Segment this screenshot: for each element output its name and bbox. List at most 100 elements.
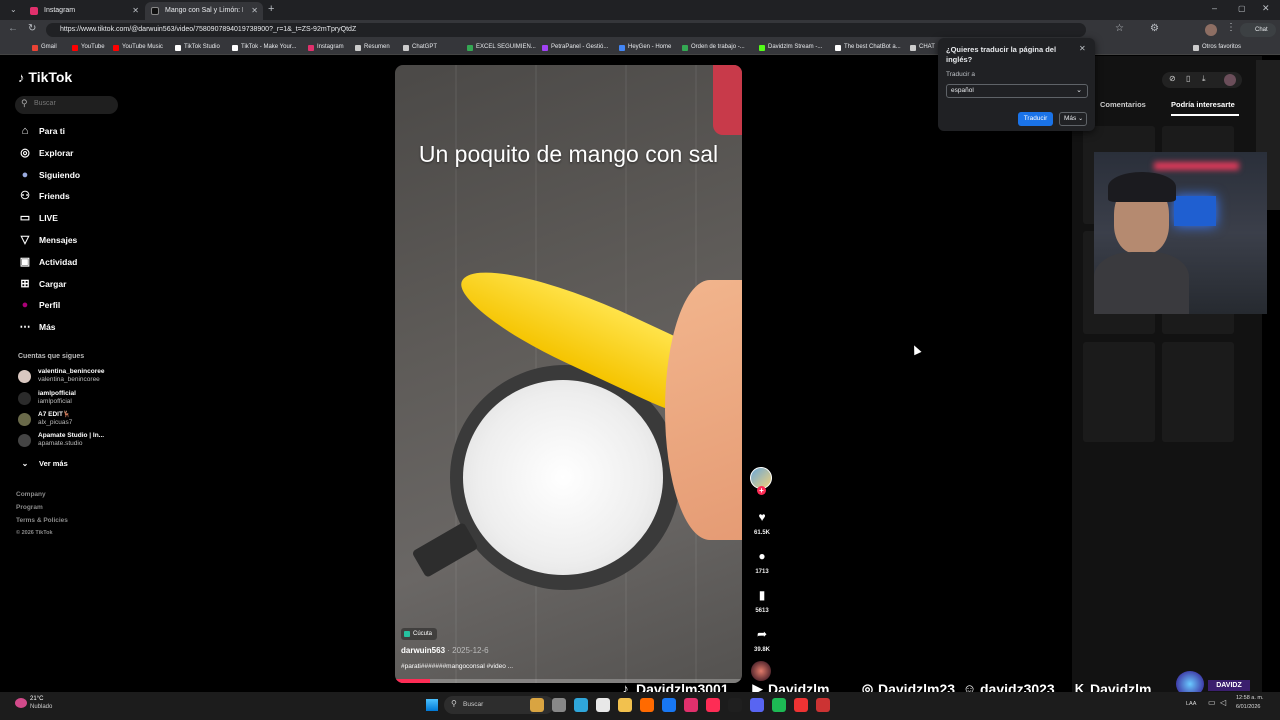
footer-link[interactable]: Terms & Policies <box>16 517 68 524</box>
extensions-icon[interactable]: ⚙ <box>1150 23 1159 34</box>
bookmark-item[interactable]: YouTube <box>72 42 105 53</box>
author-name[interactable]: darwuin563 <box>401 646 445 655</box>
file-icon[interactable] <box>552 698 566 712</box>
url-field[interactable]: https://www.tiktok.com/@darwuin563/video… <box>46 23 1086 37</box>
bookmark-item[interactable]: Davidzlm Stream -... <box>759 42 822 53</box>
edge-icon[interactable] <box>574 698 588 712</box>
followed-account[interactable]: A7 EDIT🦌 alx_picuas7 <box>18 411 72 429</box>
bookmark-item[interactable]: YouTube Music <box>113 42 163 53</box>
search-box[interactable]: ⚲ Buscar <box>15 96 118 114</box>
tab-instagram[interactable]: Instagram ✕ <box>24 2 144 20</box>
maximize-icon[interactable]: ▢ <box>1238 4 1246 13</box>
discord-icon[interactable] <box>750 698 764 712</box>
clock-time[interactable]: 12:58 a. m. <box>1236 695 1264 701</box>
tab-menu-icon[interactable]: ⌄ <box>10 5 17 14</box>
nav-item-actividad[interactable]: ▣ Actividad <box>18 254 77 270</box>
bookmark-item[interactable]: CHAT <box>910 42 935 53</box>
see-more-button[interactable]: ⌄ Ver más <box>18 456 68 472</box>
app-icon[interactable] <box>794 698 808 712</box>
tab-active-video[interactable]: Mango con Sal y Limón: Deli... ✕ <box>145 2 263 20</box>
nav-item-siguiendo[interactable]: ● Siguiendo <box>18 167 80 183</box>
chrome-menu-icon[interactable]: ⋮ <box>1226 22 1236 33</box>
back-icon[interactable]: ← <box>8 23 18 34</box>
terminal-icon[interactable] <box>596 698 610 712</box>
suggested-video[interactable] <box>1162 342 1234 442</box>
followed-account[interactable]: Apamate Studio | In... apamate.studio <box>18 432 104 450</box>
firefox-icon[interactable] <box>640 698 654 712</box>
bookmark-item[interactable]: The best ChatBot a... <box>835 42 901 53</box>
nav-item-mensajes[interactable]: ▽ Mensajes <box>18 232 78 248</box>
language-indicator[interactable]: LAA <box>1186 701 1196 707</box>
nav-label: Para ti <box>39 126 65 136</box>
followed-account[interactable]: valentina_benincoree valentina_benincoree <box>18 368 104 386</box>
instagram-icon[interactable] <box>684 698 698 712</box>
translate-button[interactable]: Traducir <box>1018 112 1053 126</box>
language-select[interactable]: español ⌄ <box>946 84 1088 98</box>
chat-button[interactable]: Chat <box>1240 23 1276 37</box>
bookmark-item[interactable]: HeyGen - Home <box>619 42 671 53</box>
nav-item-m-s[interactable]: ⋯ Más <box>18 319 56 335</box>
video-player[interactable]: Un poquito de mango con sal Cúcuta darwu… <box>395 65 742 683</box>
profile-icon: ● <box>21 299 29 312</box>
profile-avatar[interactable] <box>1205 24 1217 36</box>
bookmark-favicon-icon <box>467 45 473 51</box>
more-button[interactable]: Más ⌄ <box>1059 112 1087 126</box>
nav-label: Mensajes <box>39 235 78 245</box>
sound-disc[interactable] <box>751 661 771 681</box>
window-close-icon[interactable]: ✕ <box>1262 3 1270 14</box>
bookmark-item[interactable]: ChatGPT <box>403 42 437 53</box>
download-icon[interactable]: ⤓ <box>1202 74 1206 84</box>
volume-icon[interactable]: ◁ <box>1220 698 1226 707</box>
bookmark-item[interactable]: Orden de trabajo -... <box>682 42 745 53</box>
nav-item-live[interactable]: ▭ LIVE <box>18 210 58 226</box>
nav-item-explorar[interactable]: ◎ Explorar <box>18 145 73 161</box>
nav-item-cargar[interactable]: ⊞ Cargar <box>18 276 66 292</box>
wifi-icon[interactable]: ▭ <box>1208 698 1216 707</box>
nav-item-perfil[interactable]: ● Perfil <box>18 297 61 313</box>
followed-account[interactable]: iamlpofficial iamlpofficial <box>18 390 76 408</box>
user-avatar[interactable] <box>1224 74 1236 86</box>
bookmark-item[interactable]: Instagram <box>308 42 344 53</box>
bookmark-item[interactable]: TikTok Studio <box>175 42 220 53</box>
app-icon[interactable] <box>662 698 676 712</box>
comment-button[interactable]: ● 1713 <box>752 547 772 575</box>
bookmark-item[interactable]: TikTok - Make Your... <box>232 42 296 53</box>
bookmark-item[interactable]: Resumen <box>355 42 390 53</box>
chevron-down-icon: ⌄ <box>1078 116 1084 122</box>
clock-date[interactable]: 6/01/2026 <box>1236 704 1260 710</box>
suggested-video[interactable] <box>1083 342 1155 442</box>
follow-plus-icon[interactable]: + <box>757 486 766 495</box>
new-tab-icon[interactable]: + <box>268 3 274 15</box>
mouse-cursor-icon <box>910 343 922 356</box>
bookmark-item[interactable]: Otros favoritos <box>1193 42 1241 53</box>
bookmark-button[interactable]: ▮ 5613 <box>752 586 772 614</box>
bookmark-item[interactable]: EXCEL SEGUIMIEN... <box>467 42 536 53</box>
bookmark-item[interactable]: PetraPanel - Gestió... <box>542 42 608 53</box>
folder-icon[interactable] <box>618 698 632 712</box>
star-icon[interactable]: ☆ <box>1115 23 1124 34</box>
link-icon[interactable]: ⊘ <box>1169 74 1176 83</box>
location-badge[interactable]: Cúcuta <box>401 628 438 640</box>
tab-podria-interesarte[interactable]: Podría interesarte <box>1171 100 1235 109</box>
footer-link[interactable]: Company <box>16 491 46 498</box>
close-icon[interactable]: ✕ <box>132 2 139 20</box>
share-button[interactable]: ➦ 39.8K <box>752 625 772 653</box>
capcut-icon[interactable] <box>728 698 742 712</box>
nav-item-para-ti[interactable]: ⌂ Para ti <box>18 123 65 139</box>
spotify-icon[interactable] <box>772 698 786 712</box>
nav-item-friends[interactable]: ⚇ Friends <box>18 188 70 204</box>
bookmark-item[interactable]: Gmail <box>32 42 57 53</box>
tiktok-logo[interactable]: ♪ TikTok <box>18 69 72 85</box>
reload-icon[interactable]: ↻ <box>28 23 36 34</box>
tiktok-icon[interactable] <box>706 698 720 712</box>
windows-start-icon[interactable] <box>426 699 438 711</box>
tab-comentarios[interactable]: Comentarios <box>1100 100 1146 109</box>
device-icon[interactable]: ▯ <box>1186 74 1190 83</box>
app-icon[interactable] <box>530 698 544 712</box>
close-icon[interactable]: ✕ <box>251 2 258 20</box>
footer-link[interactable]: Program <box>16 504 43 511</box>
minimize-icon[interactable]: – <box>1212 3 1217 13</box>
close-icon[interactable]: ✕ <box>1079 44 1086 53</box>
app-icon[interactable] <box>816 698 830 712</box>
like-button[interactable]: ♥ 61.5K <box>752 508 772 536</box>
